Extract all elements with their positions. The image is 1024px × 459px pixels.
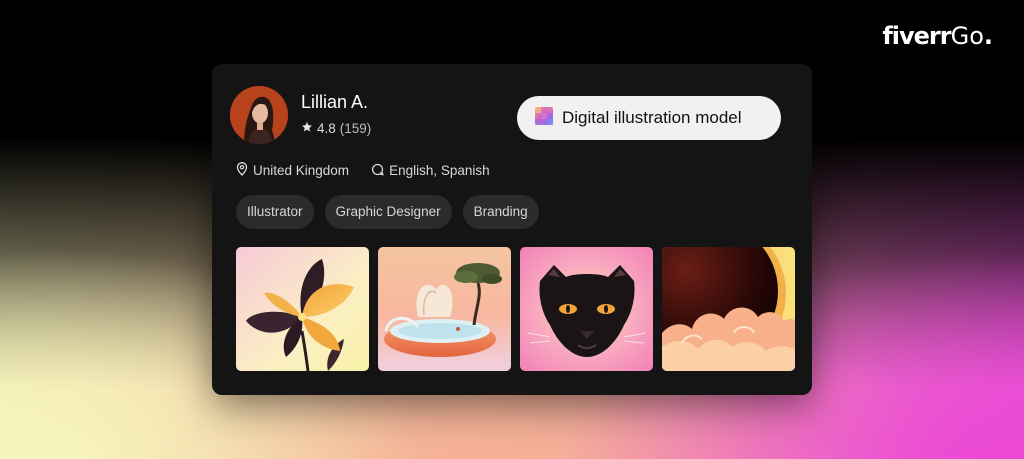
fiverr-go-logo: fiverrGo. <box>882 22 993 50</box>
tag-branding[interactable]: Branding <box>462 195 539 229</box>
rating: 4.8 (159) <box>301 121 371 136</box>
location: United Kingdom <box>236 162 349 179</box>
flower-illustration[interactable] <box>236 247 369 371</box>
logo-wordmark: fiverr <box>882 22 951 50</box>
rating-value: 4.8 <box>317 121 336 136</box>
creator-profile-card: Lillian A. 4.8 (159) Digital illustratio… <box>212 64 812 395</box>
panther-illustration[interactable] <box>520 247 653 371</box>
creator-meta: United Kingdom English, Spanish <box>236 162 490 179</box>
tag-illustrator[interactable]: Illustrator <box>236 195 314 229</box>
portfolio-gallery <box>236 247 795 371</box>
model-gradient-icon <box>534 106 554 131</box>
avatar[interactable] <box>230 86 288 144</box>
location-text: United Kingdom <box>253 163 350 178</box>
languages: English, Spanish <box>371 162 490 179</box>
digital-illustration-model-button[interactable]: Digital illustration model <box>517 96 781 140</box>
languages-text: English, Spanish <box>389 163 490 178</box>
tag-graphic-designer[interactable]: Graphic Designer <box>324 195 452 229</box>
skill-tags: Illustrator Graphic Designer Branding <box>236 195 539 229</box>
cta-label: Digital illustration model <box>562 108 742 127</box>
location-pin-icon <box>236 162 248 179</box>
logo-go: Go <box>950 22 984 50</box>
creator-name[interactable]: Lillian A. <box>301 92 368 113</box>
sunset-clouds-illustration[interactable] <box>662 247 795 371</box>
star-icon <box>301 121 313 136</box>
speech-bubble-icon <box>371 163 384 179</box>
review-count: (159) <box>339 121 372 136</box>
shell-tree-illustration[interactable] <box>378 247 511 371</box>
logo-dot: . <box>983 22 993 50</box>
